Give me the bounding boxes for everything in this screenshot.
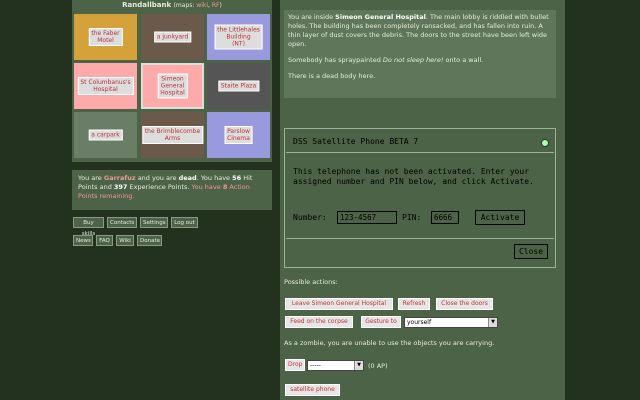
right-margin [565, 0, 640, 400]
hit-points: 56 [232, 174, 242, 182]
close-button[interactable]: Close [514, 244, 548, 259]
maps-wiki-link[interactable]: wiki [196, 2, 208, 9]
tile-button[interactable]: St Columbanus's Hospital [77, 77, 134, 95]
drop-item-select[interactable]: ----- ▼ [307, 360, 364, 371]
tile-button[interactable]: Simeon General Hospital [157, 73, 188, 99]
pin-label: PIN: [402, 213, 422, 222]
gesture-target-value: yourself [407, 319, 432, 326]
tile-button[interactable]: Staite Plaza [217, 80, 260, 92]
graffiti-text: Do not sleep here! [382, 56, 444, 64]
suburb-map: Randallbank (maps: wiki, RF) the Faber M… [72, 0, 272, 162]
tile-button[interactable]: Parslow Cinema [224, 126, 253, 144]
ap-text: You have [191, 183, 223, 191]
location-description: You are inside Simeon General Hospital. … [284, 10, 556, 98]
pin-field[interactable]: 6666 [431, 211, 459, 224]
tile-button[interactable]: the Faber Motel [88, 28, 123, 46]
dead-body-note: There is a dead body here. [288, 72, 376, 80]
map-tile-n: a junkyard [141, 14, 204, 60]
contacts-link[interactable]: Contacts [107, 217, 137, 228]
maps-prefix: (maps: [173, 2, 197, 9]
map-tile-w: St Columbanus's Hospital [74, 63, 137, 109]
map-tile-se: Parslow Cinema [207, 112, 270, 158]
tile-button[interactable]: a junkyard [153, 31, 192, 43]
map-tile-nw: the Faber Motel [74, 14, 137, 60]
status-light-icon [541, 139, 549, 147]
wiki-link[interactable]: Wiki [116, 235, 134, 246]
donate-link[interactable]: Donate [137, 235, 162, 246]
buy-skills-link[interactable]: Buy skills [73, 217, 104, 237]
number-field[interactable]: 123-4567 [337, 211, 397, 224]
news-link[interactable]: News [73, 235, 93, 246]
maps-rf-link[interactable]: RF [212, 2, 220, 9]
chevron-down-icon: ▼ [354, 361, 363, 370]
activate-button[interactable]: Activate [475, 210, 525, 225]
map-tile-current: Simeon General Hospital [141, 63, 204, 109]
settings-link[interactable]: Settings [140, 217, 168, 228]
experience-points: 397 [113, 183, 128, 191]
close-doors-button[interactable]: Close the doors [436, 298, 493, 310]
possible-actions-header: Possible actions: [284, 278, 338, 286]
status-text: Experience Points. [127, 183, 192, 191]
map-tile-s: the Brimblecombe Arms [141, 112, 204, 158]
location-name: Simeon General Hospital [335, 13, 426, 21]
character-name[interactable]: Garrafuz [104, 174, 136, 182]
log-out-link[interactable]: Log out [171, 217, 198, 228]
status-text: You are [78, 174, 104, 182]
left-panel: Randallbank (maps: wiki, RF) the Faber M… [0, 0, 280, 400]
feed-corpse-button[interactable]: Feed on the corpse [285, 316, 353, 328]
faq-link[interactable]: FAQ [96, 235, 113, 246]
tile-button[interactable]: the Brimblecombe Arms [141, 126, 204, 144]
phone-message: This telephone has not been activated. E… [293, 167, 534, 186]
gesture-button[interactable]: Gesture to [361, 316, 401, 328]
map-title: Randallbank (maps: wiki, RF) [72, 1, 272, 9]
desc-text: You are inside [288, 13, 336, 21]
status-text: . You have [196, 174, 233, 182]
character-status: You are Garrafuz and you are dead. You h… [72, 170, 272, 210]
desc-text: Somebody has spraypainted [288, 56, 383, 64]
status-text: and you are [135, 174, 179, 182]
drop-item-value: ----- [310, 362, 321, 369]
map-tile-e: Staite Plaza [207, 63, 270, 109]
divider [286, 238, 554, 239]
desc-text: onto a wall. [443, 56, 484, 64]
gesture-target-select[interactable]: yourself ▼ [404, 317, 498, 328]
character-state: dead [178, 174, 197, 182]
drop-button[interactable]: Drop [285, 359, 305, 371]
maps-suffix: ) [219, 2, 222, 9]
satellite-phone-panel: DSS Satellite Phone BETA 7 This telephon… [284, 128, 556, 268]
zombie-note: As a zombie, you are unable to use the o… [284, 339, 495, 347]
tile-button[interactable]: a carpark [88, 129, 123, 141]
chevron-down-icon: ▼ [488, 318, 497, 327]
drop-cost: (0 AP) [368, 362, 388, 370]
map-tile-ne: the Littlehales Building (NT) [207, 14, 270, 60]
leave-building-button[interactable]: Leave Simeon General Hospital [285, 298, 393, 310]
refresh-button[interactable]: Refresh [398, 298, 430, 310]
map-tile-sw: a carpark [74, 112, 137, 158]
phone-title: DSS Satellite Phone BETA 7 [293, 137, 419, 146]
number-label: Number: [293, 213, 327, 222]
tile-button[interactable]: the Littlehales Building (NT) [214, 24, 263, 50]
satellite-phone-button[interactable]: satellite phone [285, 384, 340, 396]
suburb-name: Randallbank [122, 1, 172, 9]
divider [286, 152, 554, 153]
